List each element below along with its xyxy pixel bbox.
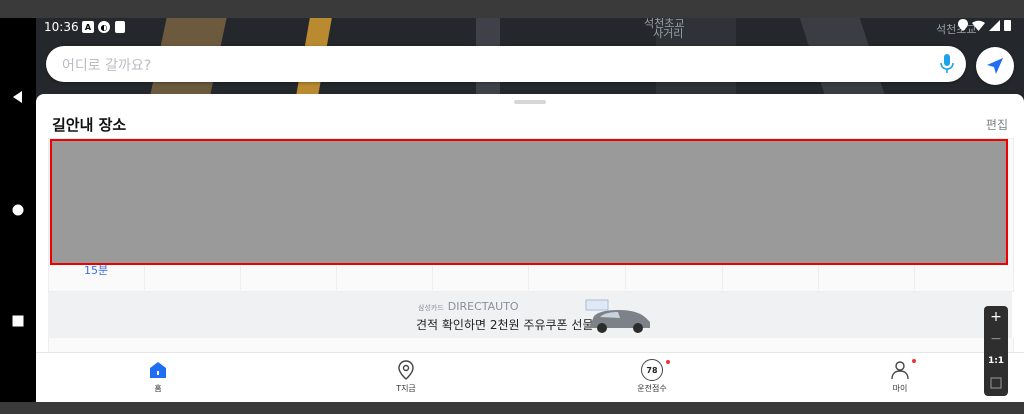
battery-icon	[1004, 20, 1011, 31]
zoom-out-button[interactable]: −	[984, 328, 1008, 350]
ad-brand: 삼성카드 DIRECTAUTO	[418, 300, 519, 313]
grid-divider	[625, 266, 626, 290]
zoom-in-button[interactable]: +	[984, 306, 1008, 328]
signal-icon	[989, 19, 1000, 31]
notification-icon: ◐	[98, 21, 110, 33]
search-bar[interactable]: 어디로 갈까요?	[46, 46, 966, 82]
map-pin-icon	[398, 360, 414, 380]
recents-square-icon	[12, 315, 24, 327]
home-circle-icon	[12, 204, 24, 216]
grid-divider	[336, 266, 337, 290]
tab-label: 운전점수	[637, 384, 667, 393]
tab-label: T지금	[396, 384, 416, 393]
person-icon	[891, 361, 909, 380]
tab-home[interactable]: 홈	[118, 359, 198, 394]
sd-card-icon	[115, 21, 125, 33]
zoom-controls: + − 1:1	[984, 306, 1008, 396]
notification-icon: A	[82, 21, 94, 33]
tab-label: 마이	[892, 384, 908, 393]
car-image	[585, 299, 650, 333]
navigation-arrow-icon	[987, 58, 1003, 74]
tab-label: 홈	[154, 384, 162, 393]
grid-divider	[914, 266, 915, 290]
home-button[interactable]	[0, 195, 36, 225]
grid-divider	[144, 266, 145, 290]
status-time: 10:36	[44, 20, 79, 34]
edit-button[interactable]: 편집	[986, 116, 1008, 133]
ad-banner[interactable]: 삼성카드 DIRECTAUTO 견적 확인하면 2천원 주유쿠폰 선물	[48, 292, 1012, 338]
map-label: 사거리	[653, 27, 684, 40]
sheet-drag-handle[interactable]	[514, 100, 546, 104]
bottom-tab-bar: 홈 T지금 78 운전점수 마이	[36, 352, 1024, 402]
redacted-region	[50, 139, 1008, 265]
grid-divider	[432, 266, 433, 290]
home-icon	[150, 362, 166, 378]
ad-copy: 견적 확인하면 2천원 주유쿠폰 선물	[416, 318, 594, 332]
grid-divider	[528, 266, 529, 290]
status-right-icons	[958, 19, 1011, 31]
tab-driving-score[interactable]: 78 운전점수	[612, 359, 692, 394]
android-nav-bar	[0, 18, 36, 402]
grid-continuation	[48, 338, 1014, 353]
recents-button[interactable]	[0, 306, 36, 336]
grid-divider	[240, 266, 241, 290]
my-location-button[interactable]	[976, 47, 1014, 85]
expand-icon	[990, 377, 1002, 389]
grid-divider	[722, 266, 723, 290]
back-icon	[13, 91, 22, 103]
back-button[interactable]	[0, 82, 36, 112]
search-placeholder: 어디로 갈까요?	[62, 58, 152, 74]
grid-divider	[818, 266, 819, 290]
bottom-strip	[0, 402, 1024, 414]
ad-brand-small: 삼성카드	[418, 304, 444, 312]
scale-ratio-button[interactable]: 1:1	[984, 350, 1008, 372]
tab-t-now[interactable]: T지금	[366, 359, 446, 394]
wifi-icon	[972, 20, 985, 31]
fullscreen-button[interactable]	[984, 372, 1008, 394]
score-badge: 78	[641, 359, 663, 381]
top-strip	[0, 0, 1024, 18]
location-icon	[958, 19, 968, 31]
tab-my[interactable]: 마이	[860, 359, 940, 394]
sheet-title: 길안내 장소	[52, 116, 127, 134]
notification-dot	[666, 360, 670, 364]
notification-dot	[912, 359, 916, 363]
ad-brand-name: DIRECTAUTO	[447, 300, 519, 313]
bottom-sheet: 길안내 장소 편집 15분 삼성카드 DIRECTAUTO 견적 확인하면 2천원…	[36, 94, 1024, 402]
microphone-icon[interactable]	[940, 54, 954, 74]
